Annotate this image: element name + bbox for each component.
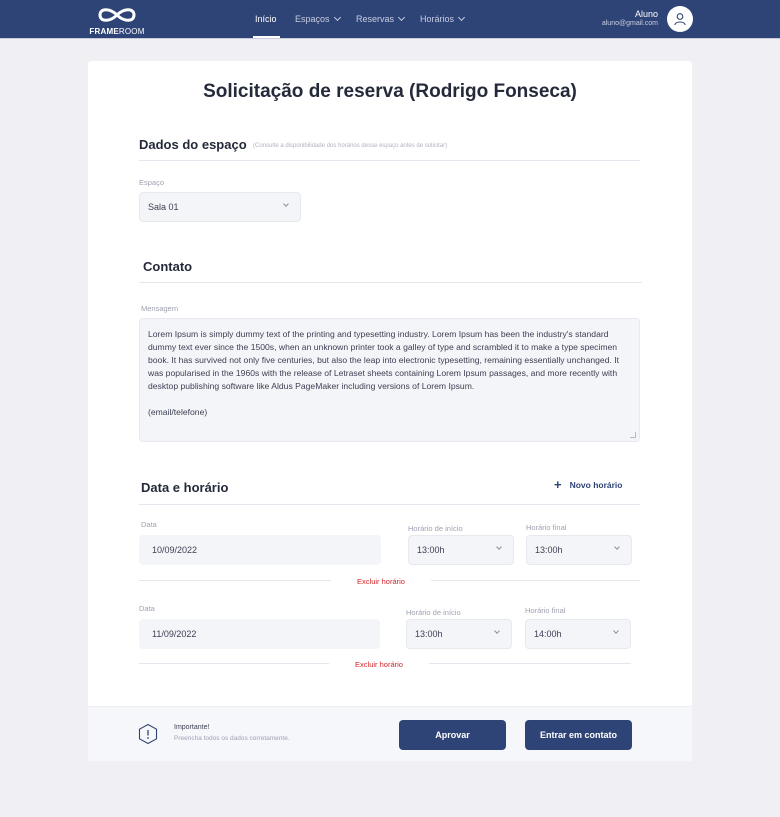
chevron-down-icon <box>457 13 466 22</box>
resize-handle-icon[interactable] <box>630 432 636 438</box>
top-navbar: FRAMEROOM Início Espaços Reservas Horári… <box>0 0 780 38</box>
row-separator <box>139 663 329 664</box>
reservation-request-card: Solicitação de reserva (Rodrigo Fonseca)… <box>88 61 692 761</box>
page-title: Solicitação de reserva (Rodrigo Fonseca) <box>203 81 577 102</box>
start-time-select[interactable]: 13:00h <box>406 619 512 649</box>
date-value: 11/09/2022 <box>152 629 197 639</box>
end-time-label: Horário final <box>525 606 566 615</box>
divider <box>139 504 640 505</box>
avatar[interactable] <box>667 6 693 32</box>
space-select-value: Sala 01 <box>148 202 179 212</box>
contact-section-title: Contato <box>143 259 193 274</box>
user-name: Aluno <box>634 9 658 19</box>
row-separator <box>429 663 631 664</box>
date-label: Data <box>141 520 157 529</box>
important-text: Preencha todos os dados corretamente. <box>174 735 290 742</box>
message-label: Mensagem <box>141 304 179 313</box>
logo-mark-icon <box>98 8 136 22</box>
row-separator <box>431 580 640 581</box>
chevron-down-icon <box>397 13 406 22</box>
end-time-label: Horário final <box>526 523 567 532</box>
user-icon <box>674 13 686 26</box>
row-separator <box>139 580 331 581</box>
start-time-label: Horário de início <box>408 524 463 533</box>
start-time-value: 13:00h <box>417 545 445 555</box>
end-time-select[interactable]: 14:00h <box>525 619 631 649</box>
nav-espacos[interactable]: Espaços <box>295 13 341 24</box>
header-divider <box>0 38 780 39</box>
plus-icon: + <box>554 477 562 492</box>
message-textarea[interactable]: Lorem Ipsum is simply dummy text of the … <box>139 318 640 442</box>
end-time-value: 14:00h <box>534 629 562 639</box>
date-field[interactable]: 11/09/2022 <box>139 619 380 649</box>
schedule-section-title: Data e horário <box>141 480 229 495</box>
chevron-down-icon <box>494 628 500 634</box>
divider <box>139 282 642 283</box>
space-section-note: (Consulte a disponibilidade dos horários… <box>253 143 448 149</box>
add-schedule-button[interactable]: + Novo horário <box>554 477 623 492</box>
chevron-down-icon <box>614 544 620 550</box>
date-value: 10/09/2022 <box>152 545 198 555</box>
contact-button[interactable]: Entrar em contato <box>525 720 632 750</box>
chevron-down-icon <box>613 628 619 634</box>
space-label: Espaço <box>139 178 165 187</box>
date-label: Data <box>139 604 155 613</box>
end-time-select[interactable]: 13:00h <box>526 535 632 565</box>
message-text: Lorem Ipsum is simply dummy text of the … <box>148 329 620 391</box>
date-field[interactable]: 10/09/2022 <box>139 535 381 565</box>
add-schedule-label: Novo horário <box>569 480 623 490</box>
card-footer: Importante! Preencha todos os dados corr… <box>88 706 692 761</box>
important-title: Importante! <box>174 724 210 731</box>
nav-inicio[interactable]: Início <box>255 14 277 24</box>
start-time-select[interactable]: 13:00h <box>408 535 514 565</box>
contact-text: (email/telefone) <box>148 407 208 417</box>
divider <box>139 160 640 161</box>
frameroom-logo[interactable]: FRAMEROOM <box>88 5 146 36</box>
start-time-value: 13:00h <box>415 629 443 639</box>
end-time-value: 13:00h <box>535 545 563 555</box>
delete-schedule-button[interactable]: Excluir horário <box>329 660 429 669</box>
delete-schedule-button[interactable]: Excluir horário <box>331 577 431 586</box>
info-icon <box>138 723 158 745</box>
approve-button[interactable]: Aprovar <box>399 720 506 750</box>
nav-horarios[interactable]: Horários <box>420 13 466 24</box>
chevron-down-icon <box>496 544 502 550</box>
space-section-title: Dados do espaço <box>139 137 247 152</box>
user-email: aluno@gmail.com <box>601 20 658 27</box>
nav-reservas[interactable]: Reservas <box>356 13 406 24</box>
logo-text: FRAMEROOM <box>89 27 145 36</box>
space-select[interactable]: Sala 01 <box>139 192 301 222</box>
start-time-label: Horário de início <box>406 608 461 617</box>
chevron-down-icon <box>333 13 341 22</box>
chevron-down-icon <box>283 201 289 207</box>
